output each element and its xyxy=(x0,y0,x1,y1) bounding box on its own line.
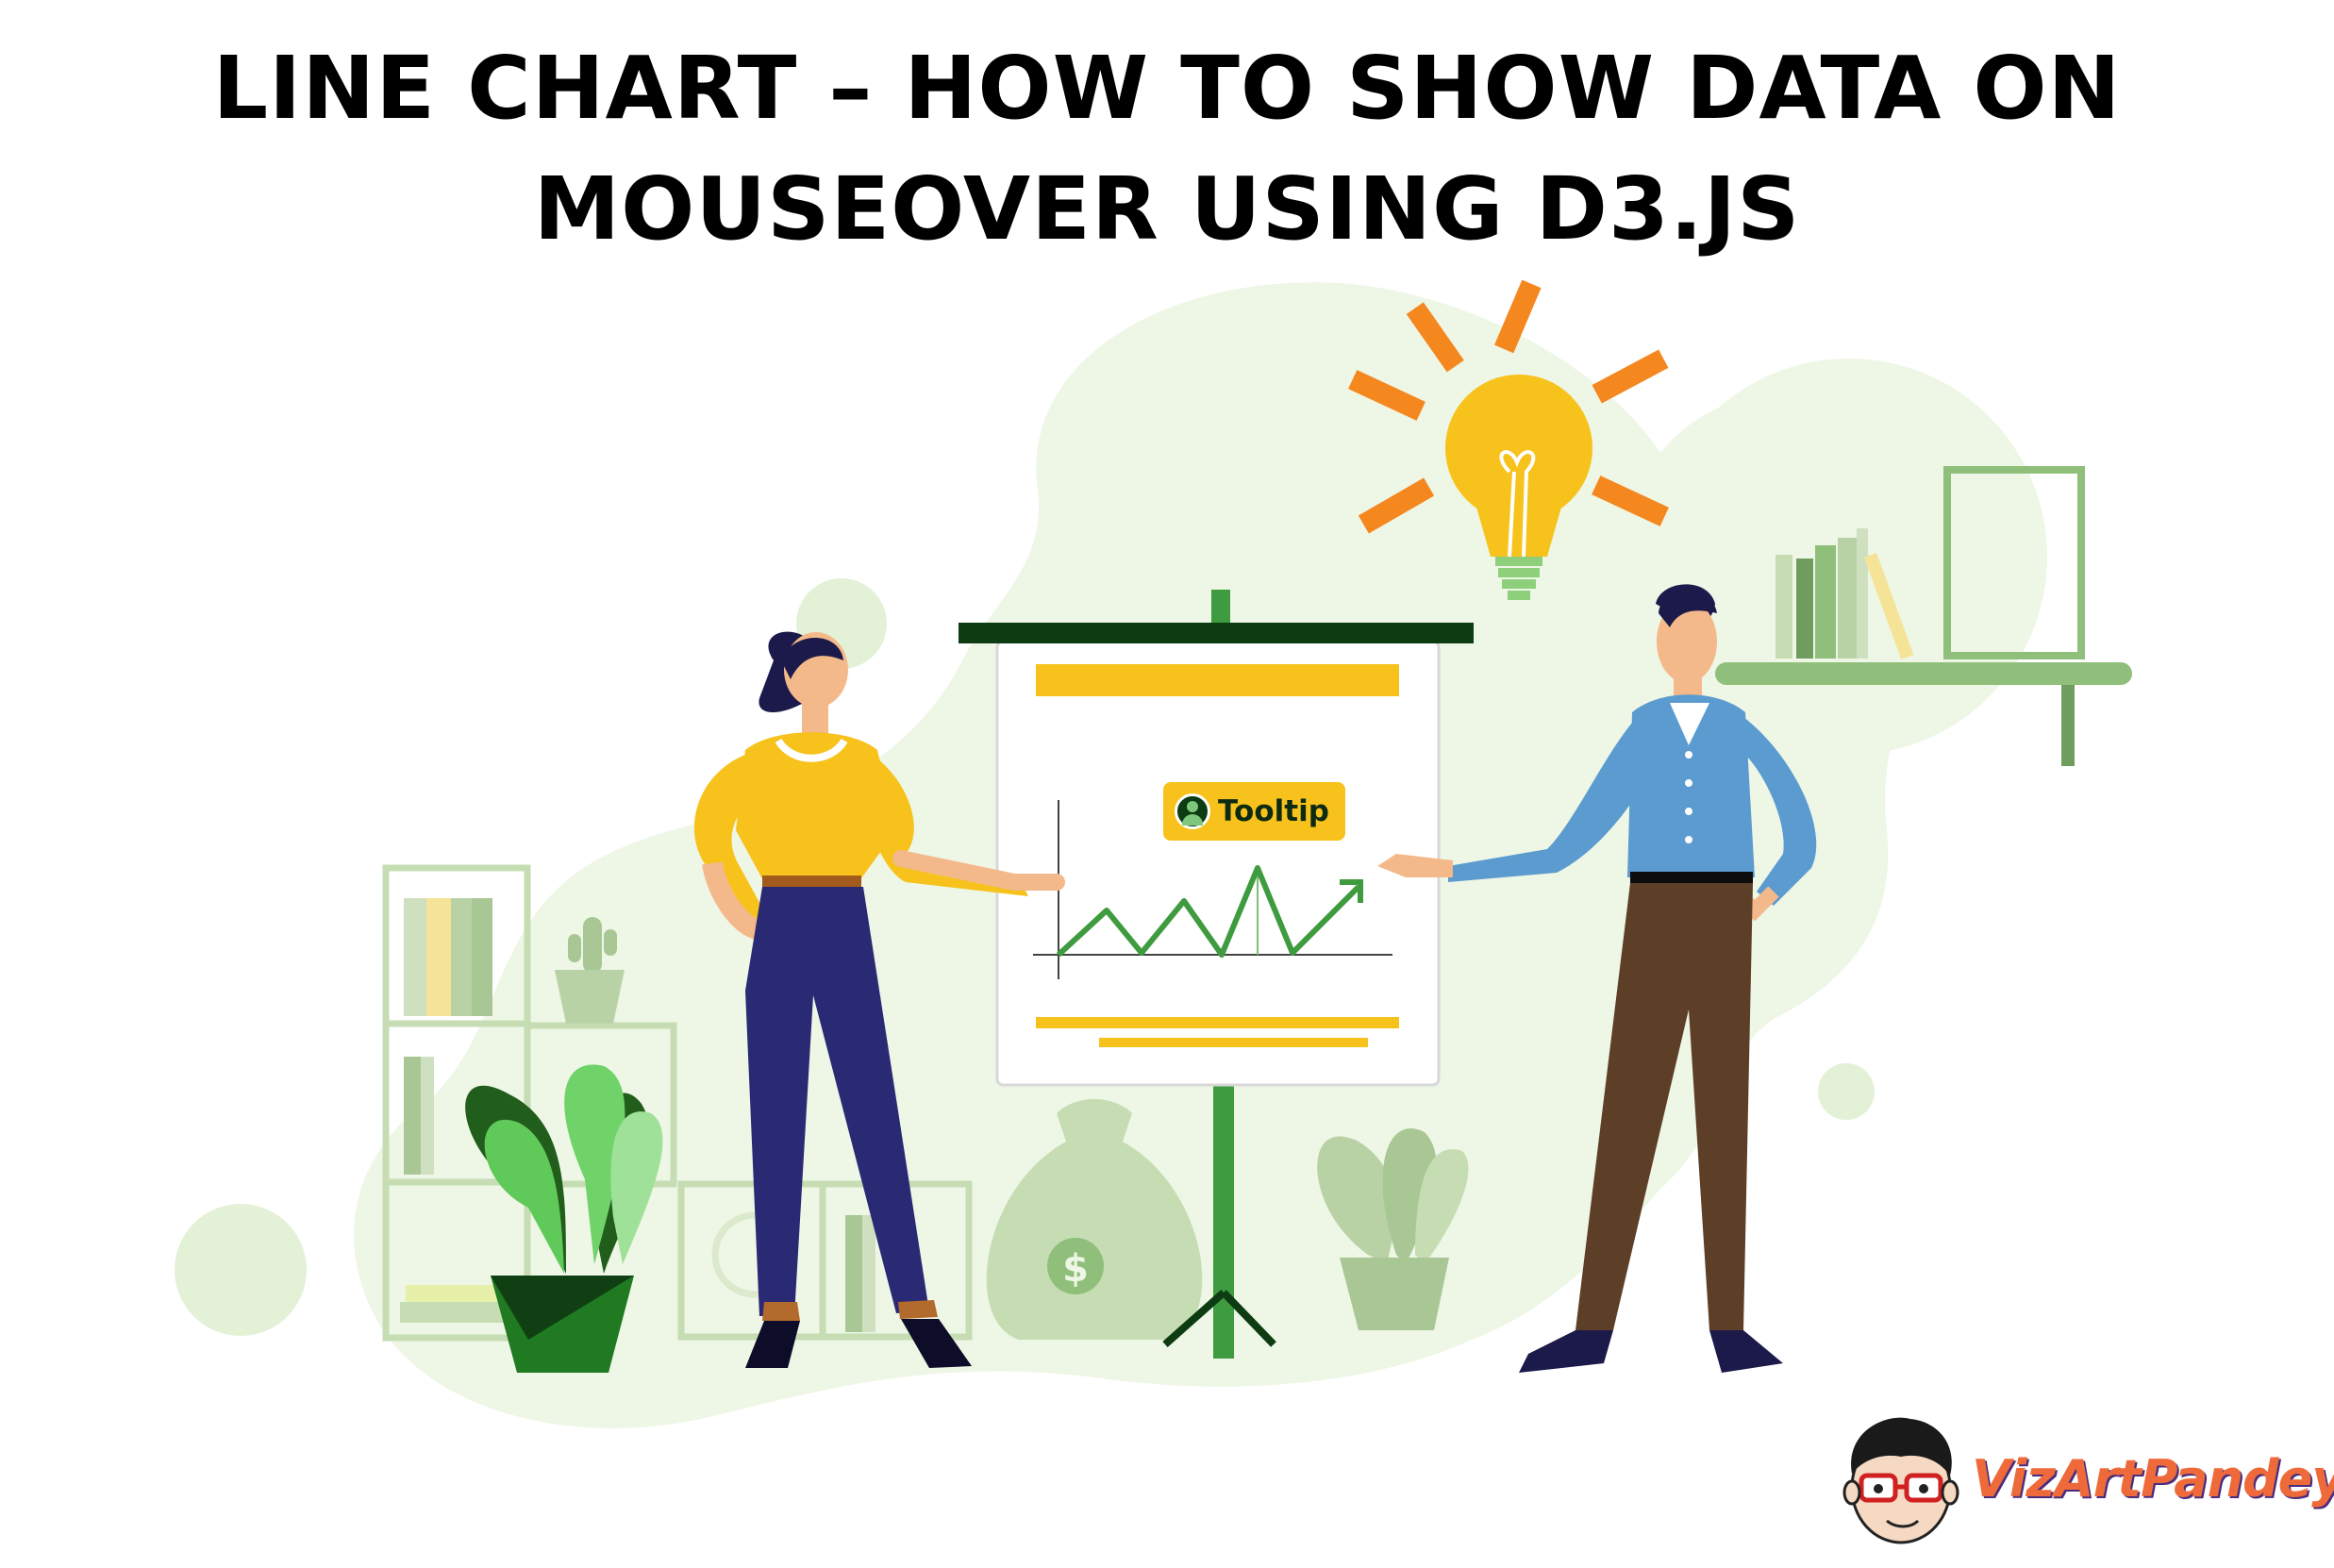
tooltip-badge: Tooltip xyxy=(1163,782,1345,841)
brand-name: VizArtPandey xyxy=(1972,1449,2334,1509)
tooltip-label: Tooltip xyxy=(1218,794,1329,828)
user-avatar-icon xyxy=(1175,793,1210,829)
dollar-sign: $ xyxy=(1062,1247,1089,1291)
brand-logo: VizArtPandey xyxy=(1835,1408,2334,1549)
cartoon-face-icon xyxy=(1842,1417,1959,1544)
